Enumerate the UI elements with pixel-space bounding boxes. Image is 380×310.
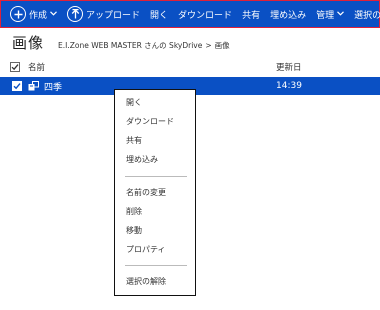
open-label: 開く [150, 10, 169, 21]
chevron-down-icon [50, 9, 57, 19]
select-all-checkbox[interactable] [10, 62, 20, 72]
menu-item-delete[interactable]: 削除 [126, 206, 142, 217]
column-header-updated[interactable]: 更新日 [276, 61, 302, 73]
menu-item-share[interactable]: 共有 [126, 135, 142, 146]
breadcrumb-current: 画像 [214, 41, 230, 50]
manage-button[interactable]: 管理 [311, 1, 349, 27]
share-label: 共有 [242, 10, 261, 21]
manage-label: 管理 [316, 10, 335, 21]
menu-item-download[interactable]: ダウンロード [126, 116, 174, 127]
checkmark-icon [13, 83, 21, 90]
menu-separator [125, 265, 187, 266]
upload-button[interactable]: アップロード [62, 1, 145, 27]
embed-button[interactable]: 埋め込み [265, 1, 311, 27]
breadcrumb: E.I.Zone WEB MASTER さんの SkyDrive > 画像 [58, 40, 230, 51]
upload-label: アップロード [86, 10, 141, 21]
command-toolbar: 作成 アップロード 開く ダウンロード 共有 埋め込み 管理 選択の解除 [0, 0, 380, 28]
breadcrumb-separator: > [205, 41, 212, 50]
plus-icon [10, 6, 26, 22]
breadcrumb-owner-link[interactable]: E.I.Zone WEB MASTER さんの SkyDrive [58, 40, 202, 51]
item-name[interactable]: 四季 [44, 80, 62, 93]
menu-item-deselect[interactable]: 選択の解除 [126, 276, 166, 287]
upload-icon [67, 6, 84, 22]
page-header: 画像 E.I.Zone WEB MASTER さんの SkyDrive > 画像 [12, 32, 230, 53]
list-header: 名前 更新日 [10, 59, 370, 75]
menu-item-embed[interactable]: 埋め込み [126, 154, 158, 165]
row-checkbox[interactable] [12, 81, 22, 91]
menu-item-properties[interactable]: プロパティ [126, 244, 166, 255]
share-button[interactable]: 共有 [237, 1, 265, 27]
open-button[interactable]: 開く [145, 1, 173, 27]
deselect-button[interactable]: 選択の解除 [349, 1, 380, 27]
create-button[interactable]: 作成 [1, 1, 62, 27]
item-updated: 14:39 [276, 81, 302, 91]
menu-item-open[interactable]: 開く [126, 97, 142, 108]
column-header-name[interactable]: 名前 [28, 61, 45, 73]
folder-icon [28, 81, 39, 91]
checkmark-icon [11, 64, 19, 71]
download-label: ダウンロード [178, 10, 233, 21]
menu-separator [125, 176, 187, 177]
embed-label: 埋め込み [270, 10, 307, 21]
deselect-label: 選択の解除 [354, 10, 380, 21]
chevron-down-icon [337, 9, 345, 19]
menu-item-rename[interactable]: 名前の変更 [126, 187, 166, 198]
context-menu: 開く ダウンロード 共有 埋め込み 名前の変更 削除 移動 プロパティ 選択の解… [114, 89, 196, 296]
download-button[interactable]: ダウンロード [173, 1, 237, 27]
create-label: 作成 [29, 10, 48, 21]
page-title: 画像 [12, 34, 45, 52]
menu-item-move[interactable]: 移動 [126, 225, 142, 236]
